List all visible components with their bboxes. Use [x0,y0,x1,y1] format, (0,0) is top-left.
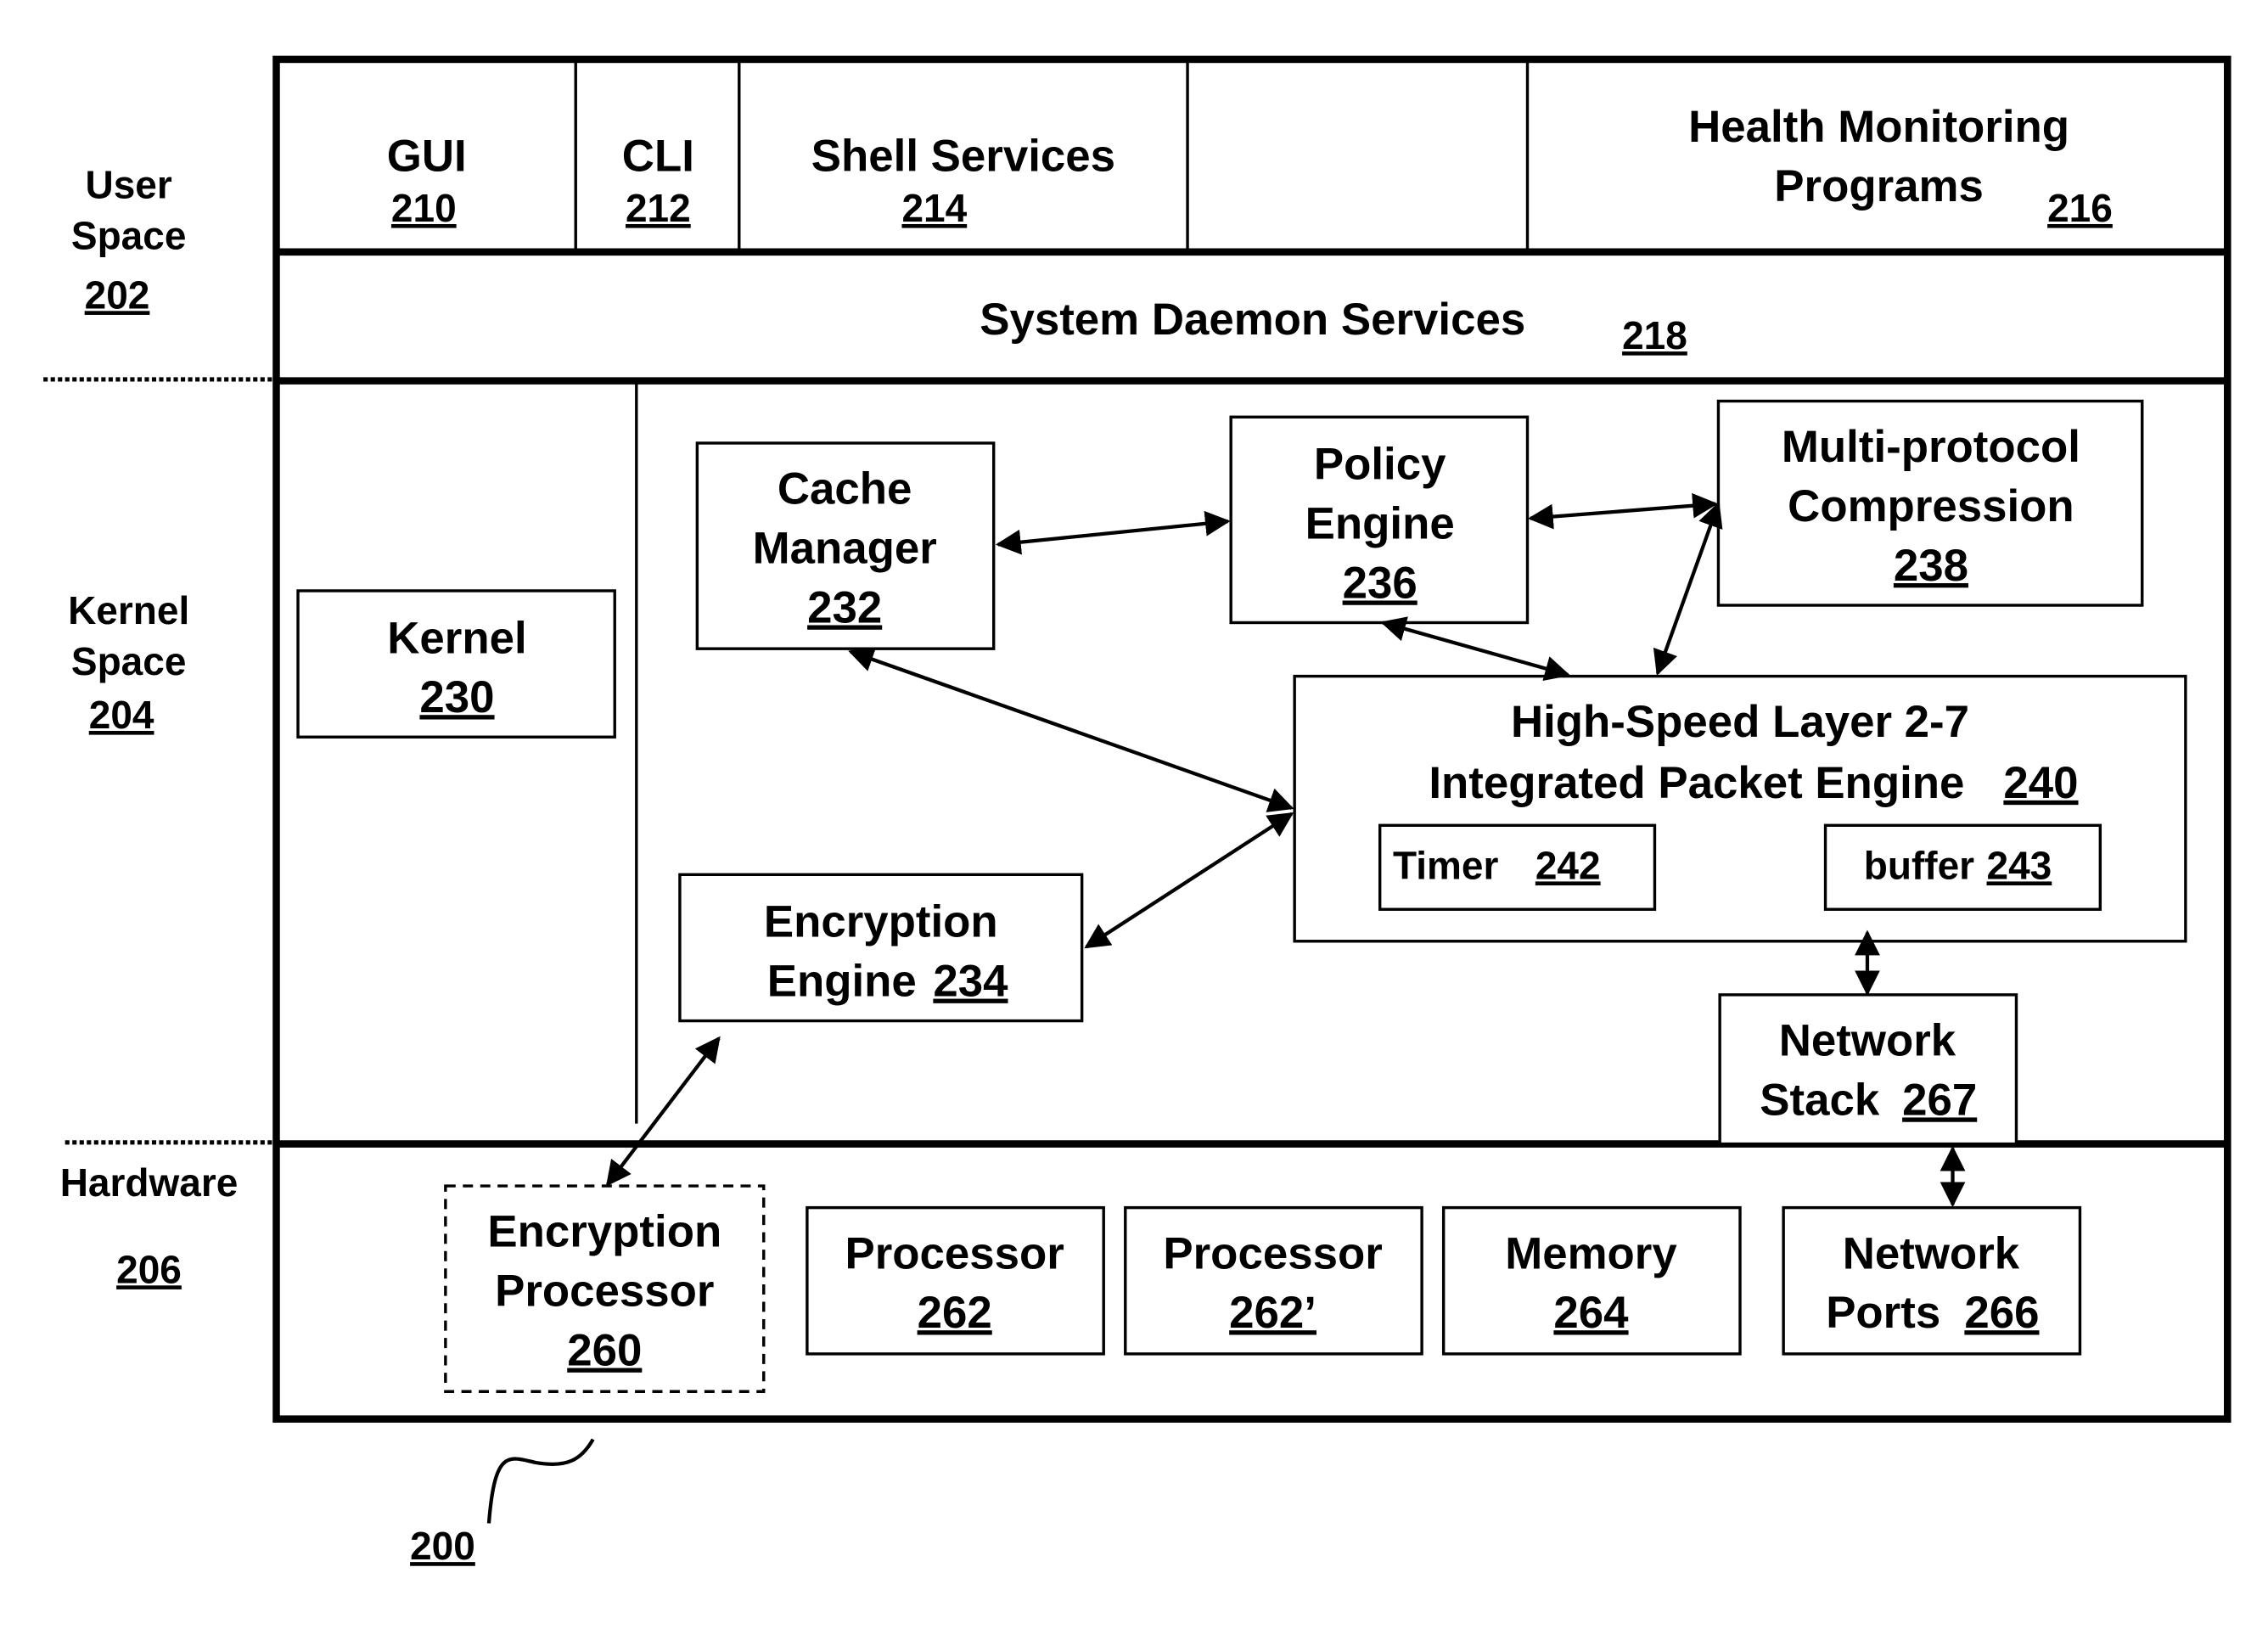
system-daemon-label: System Daemon Services [980,295,1525,345]
hardware-numeral: 206 [116,1247,182,1291]
gui-numeral: 210 [391,186,457,230]
arrow-packet-engine-encryption-engine [1084,812,1294,949]
encryption-engine-label-line1: Encryption [764,897,998,947]
gui-cell: GUI 210 [387,131,467,230]
arrow-encryption-engine-processor [605,1036,721,1187]
processor-262-label: Processor [845,1228,1064,1278]
buffer-box: buffer 243 [1823,823,2102,911]
cache-manager-box: Cache Manager 232 [695,441,996,650]
cache-manager-numeral: 232 [807,582,882,632]
shell-services-cell: Shell Services 214 [811,131,1115,230]
user-space-label-line1: User [86,163,172,207]
packet-engine-label-line1: High-Speed Layer 2-7 [1511,697,1969,747]
encryption-processor-label-line1: Encryption [487,1207,721,1257]
network-stack-label-line2: Stack [1760,1075,1880,1125]
health-monitoring-label-line2: Programs [1774,161,1984,211]
arrow-policy-compression [1527,492,1719,530]
network-ports-numeral: 266 [1964,1288,2039,1338]
kernel-space-label-line1: Kernel [68,588,189,632]
kernel-space-numeral: 204 [89,693,154,737]
kernel-label: Kernel [387,613,526,663]
user-space-numeral: 202 [85,272,150,317]
policy-engine-box: Policy Engine 236 [1229,415,1530,625]
policy-engine-label-line2: Engine [1305,499,1455,549]
gui-label: GUI [387,131,467,181]
policy-engine-numeral: 236 [1343,558,1418,608]
processor-262-prime-box: Processor 262’ [1124,1205,1423,1356]
network-stack-label-line1: Network [1779,1015,1956,1065]
packet-engine-label-line2: Integrated Packet Engine [1429,758,1964,808]
encryption-engine-box: Encryption Engine 234 [678,873,1084,1023]
compression-label-line1: Multi-protocol [1782,422,2080,472]
network-ports-label-line2: Ports [1826,1288,1940,1338]
arrow-policy-packet-engine [1380,616,1571,681]
memory-numeral: 264 [1553,1288,1629,1338]
cli-label: CLI [622,131,694,181]
arrow-cache-policy [995,510,1231,555]
processor-262-prime-label: Processor [1163,1228,1382,1278]
compression-numeral: 238 [1894,541,1968,591]
compression-label-line2: Compression [1788,481,2074,531]
compression-box: Multi-protocol Compression 238 [1716,399,2144,607]
buffer-label: buffer [1864,843,1974,887]
network-ports-box: Network Ports 266 [1782,1205,2082,1356]
policy-engine-label-line1: Policy [1314,440,1446,490]
hardware-label-line1: Hardware [60,1160,239,1205]
processor-262-box: Processor 262 [806,1205,1105,1356]
packet-engine-box: High-Speed Layer 2-7 Integrated Packet E… [1293,674,2187,943]
kernel-box: Kernel 230 [296,589,616,739]
network-stack-numeral: 267 [1902,1075,1977,1125]
arrow-cache-packet-engine [848,647,1294,812]
kernel-space-label-line2: Space [71,639,187,683]
timer-numeral: 242 [1535,843,1601,887]
kernel-numeral: 230 [419,672,494,722]
cli-numeral: 212 [626,186,691,230]
timer-label: Timer [1393,843,1499,887]
hardware-label: Hardware 206 [60,1160,239,1291]
encryption-engine-label-line2: Engine [767,957,917,1007]
figure-reference-numeral: 200 [410,1524,475,1568]
health-monitoring-numeral: 216 [2047,186,2113,230]
encryption-processor-box: Encryption Processor 260 [444,1184,766,1393]
health-monitoring-label-line1: Health Monitoring [1688,102,2069,152]
reference-leader-line [486,1438,595,1524]
cache-manager-label-line2: Manager [753,524,937,574]
encryption-processor-label-line2: Processor [495,1267,714,1317]
memory-label: Memory [1505,1228,1677,1278]
processor-262-prime-numeral: 262’ [1229,1288,1316,1338]
architecture-diagram: User Space 202 Kernel Space 204 Hardware… [43,55,2232,1568]
processor-262-numeral: 262 [918,1288,992,1338]
encryption-engine-numeral: 234 [933,957,1008,1007]
memory-box: Memory 264 [1441,1205,1742,1356]
user-space-label-line2: Space [71,213,187,257]
health-monitoring-cell: Health Monitoring Programs 216 [1688,102,2113,230]
network-ports-label-line1: Network [1843,1228,2020,1278]
network-stack-box: Network Stack 267 [1718,993,2018,1146]
system-daemon-services: System Daemon Services 218 [980,295,1687,357]
shell-services-label: Shell Services [811,131,1115,181]
arrow-compression-packet-engine [1653,501,1723,676]
packet-engine-numeral: 240 [2003,758,2078,808]
buffer-numeral: 243 [1987,843,2052,887]
system-daemon-numeral: 218 [1622,313,1687,357]
cli-cell: CLI 212 [622,131,694,230]
timer-box: Timer 242 [1378,823,1657,911]
shell-services-numeral: 214 [901,186,967,230]
kernel-space-label: Kernel Space 204 [68,588,189,737]
cache-manager-label-line1: Cache [778,464,912,514]
encryption-processor-numeral: 260 [567,1326,642,1376]
user-space-label: User Space 202 [71,163,187,317]
